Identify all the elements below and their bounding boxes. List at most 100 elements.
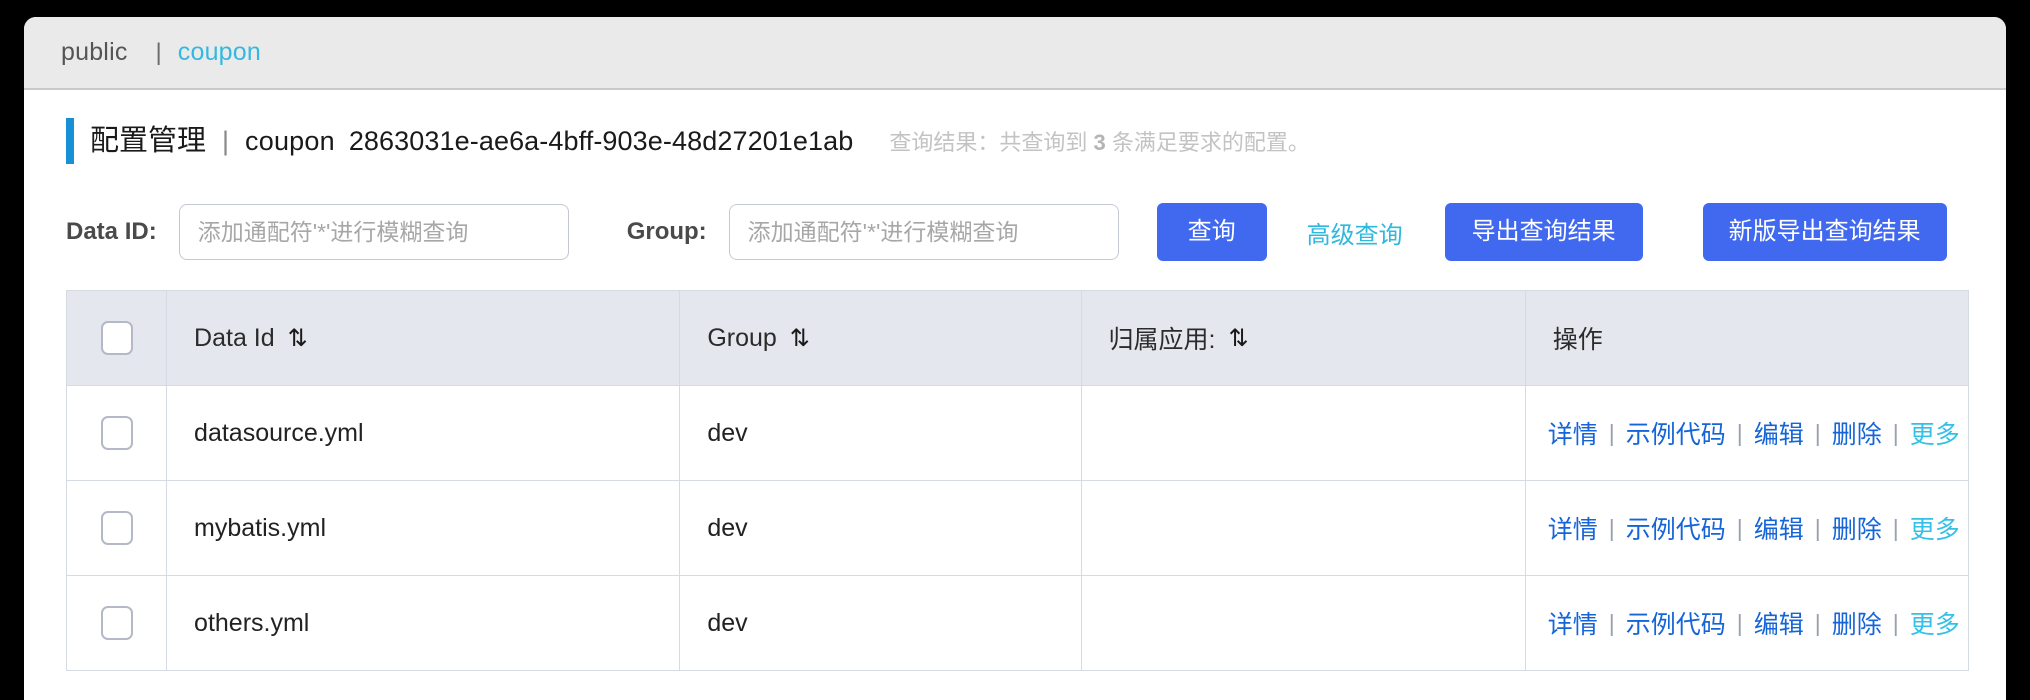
query-result-suffix: 条满足要求的配置。 (1105, 130, 1310, 155)
cell-group-text: dev (707, 513, 748, 542)
sample-code-link[interactable]: 示例代码 (1626, 605, 1726, 641)
query-result-summary: 查询结果：共查询到 3 条满足要求的配置。 (889, 125, 1310, 157)
table-body: datasource.yml dev 详情 | 示例代码 | 编辑 | 删除 |… (66, 385, 1969, 671)
cell-operations: 详情 | 示例代码 | 编辑 | 删除 | 更多 (1525, 575, 1969, 671)
more-link[interactable]: 更多 (1910, 605, 1960, 641)
delete-link[interactable]: 删除 (1832, 415, 1882, 451)
operation-separator: | (1608, 514, 1615, 541)
data-id-label: Data ID: (66, 218, 157, 245)
column-header-data-id-label: Data Id (194, 323, 275, 352)
operation-separator: | (1736, 609, 1743, 636)
detail-link[interactable]: 详情 (1548, 415, 1598, 451)
breadcrumb: public | coupon (24, 17, 2006, 90)
advanced-search-button[interactable]: 高级查询 (1307, 215, 1403, 250)
cell-app (1081, 480, 1526, 576)
column-header-app-label: 归属应用: (1108, 326, 1216, 354)
edit-link[interactable]: 编辑 (1754, 415, 1804, 451)
table-row[interactable]: others.yml dev 详情 | 示例代码 | 编辑 | 删除 | 更多 (66, 575, 1969, 671)
breadcrumb-current[interactable]: coupon (178, 38, 261, 67)
operation-separator: | (1608, 419, 1615, 446)
row-checkbox[interactable] (100, 606, 133, 640)
column-header-group-label: Group (707, 323, 777, 352)
select-all-header (66, 290, 168, 386)
select-all-wrap[interactable] (67, 291, 166, 385)
row-select-cell (66, 575, 168, 671)
breadcrumb-namespace[interactable]: public (61, 38, 128, 67)
config-table: Data Id ⇅ Group ⇅ 归属应用: ⇅ 操作 datasource.… (66, 290, 1969, 671)
cell-data-id-text: mybatis.yml (194, 513, 327, 542)
table-row[interactable]: mybatis.yml dev 详情 | 示例代码 | 编辑 | 删除 | 更多 (66, 480, 1969, 576)
operation-separator: | (1892, 419, 1899, 446)
group-input[interactable] (728, 204, 1119, 260)
column-header-operations-label: 操作 (1552, 326, 1603, 354)
cell-group: dev (679, 385, 1082, 481)
cell-group-text: dev (707, 418, 748, 447)
operations-group: 详情 | 示例代码 | 编辑 | 删除 | 更多 (1526, 510, 1968, 546)
page-title-divider: | (222, 126, 230, 156)
app-window: public | coupon 配置管理 | coupon 2863031e-a… (24, 17, 2006, 700)
group-label: Group: (626, 218, 707, 245)
page-title-namespace-id: 2863031e-ae6a-4bff-903e-48d27201e1ab (348, 126, 854, 156)
cell-data-id: mybatis.yml (166, 480, 681, 576)
row-select-cell (66, 480, 168, 576)
page-title-main: 配置管理 (90, 125, 207, 157)
table-header-row: Data Id ⇅ Group ⇅ 归属应用: ⇅ 操作 (66, 290, 1969, 386)
table-row[interactable]: datasource.yml dev 详情 | 示例代码 | 编辑 | 删除 |… (66, 385, 1969, 481)
edit-link[interactable]: 编辑 (1754, 605, 1804, 641)
edit-link[interactable]: 编辑 (1754, 510, 1804, 546)
delete-link[interactable]: 删除 (1832, 605, 1882, 641)
detail-link[interactable]: 详情 (1548, 510, 1598, 546)
operations-group: 详情 | 示例代码 | 编辑 | 删除 | 更多 (1526, 415, 1968, 451)
column-header-data-id[interactable]: Data Id ⇅ (166, 290, 681, 386)
row-checkbox[interactable] (100, 511, 133, 545)
more-link[interactable]: 更多 (1910, 415, 1960, 451)
filter-toolbar: Data ID: Group: 查询 高级查询 导出查询结果 新版导出查询结果 (24, 186, 2006, 278)
column-header-group[interactable]: Group ⇅ (679, 290, 1082, 386)
cell-data-id-text: others.yml (194, 608, 310, 637)
sort-icon[interactable]: ⇅ (288, 324, 308, 352)
column-header-operations: 操作 (1525, 290, 1969, 386)
title-accent-bar (66, 118, 74, 164)
operation-separator: | (1892, 514, 1899, 541)
row-select-wrap[interactable] (67, 386, 166, 480)
export-results-button[interactable]: 导出查询结果 (1444, 203, 1643, 261)
more-link[interactable]: 更多 (1910, 510, 1960, 546)
export-results-new-button[interactable]: 新版导出查询结果 (1702, 203, 1947, 261)
page-title: 配置管理 | coupon 2863031e-ae6a-4bff-903e-48… (66, 117, 1310, 159)
group-field-wrap: Group: (627, 204, 1119, 260)
operation-separator: | (1736, 514, 1743, 541)
page-title-row: 配置管理 | coupon 2863031e-ae6a-4bff-903e-48… (24, 90, 2006, 186)
page-title-scope: coupon (245, 126, 335, 156)
row-select-cell (66, 385, 168, 481)
row-select-wrap[interactable] (67, 576, 166, 670)
sort-icon[interactable]: ⇅ (1228, 324, 1248, 352)
cell-group: dev (679, 575, 1082, 671)
row-select-wrap[interactable] (67, 481, 166, 575)
detail-link[interactable]: 详情 (1548, 605, 1598, 641)
cell-data-id-text: datasource.yml (194, 418, 364, 447)
cell-app (1081, 575, 1526, 671)
query-result-prefix: 查询结果：共查询到 (889, 130, 1094, 155)
delete-link[interactable]: 删除 (1832, 510, 1882, 546)
operation-separator: | (1814, 514, 1821, 541)
operation-separator: | (1608, 609, 1615, 636)
operation-separator: | (1892, 609, 1899, 636)
cell-group: dev (679, 480, 1082, 576)
column-header-app[interactable]: 归属应用: ⇅ (1081, 290, 1526, 386)
cell-operations: 详情 | 示例代码 | 编辑 | 删除 | 更多 (1525, 385, 1969, 481)
query-result-count: 3 (1093, 130, 1106, 155)
sample-code-link[interactable]: 示例代码 (1626, 415, 1726, 451)
row-checkbox[interactable] (100, 416, 133, 450)
operation-separator: | (1814, 609, 1821, 636)
cell-data-id: datasource.yml (166, 385, 681, 481)
select-all-checkbox[interactable] (100, 321, 133, 355)
cell-app (1081, 385, 1526, 481)
operation-separator: | (1814, 419, 1821, 446)
cell-group-text: dev (707, 608, 748, 637)
cell-operations: 详情 | 示例代码 | 编辑 | 删除 | 更多 (1525, 480, 1969, 576)
search-button[interactable]: 查询 (1156, 203, 1267, 261)
data-id-input[interactable] (178, 204, 569, 260)
sample-code-link[interactable]: 示例代码 (1626, 510, 1726, 546)
sort-icon[interactable]: ⇅ (790, 324, 810, 352)
operations-group: 详情 | 示例代码 | 编辑 | 删除 | 更多 (1526, 605, 1968, 641)
